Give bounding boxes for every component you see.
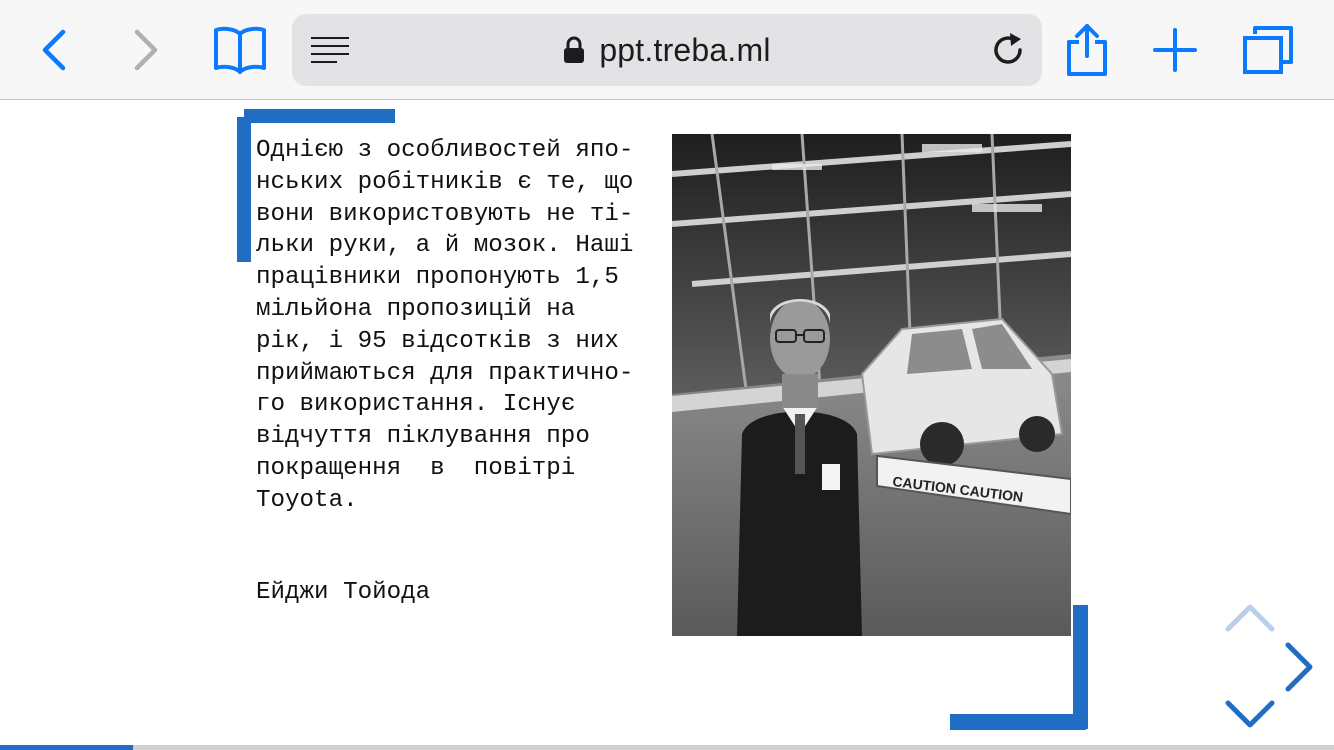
slide-progress-bar bbox=[0, 745, 1334, 750]
browser-toolbar: ppt.treba.ml bbox=[0, 0, 1334, 100]
back-button[interactable] bbox=[30, 24, 78, 76]
quote-line: го використання. Існує bbox=[256, 391, 576, 419]
reload-icon bbox=[994, 33, 1022, 64]
tabs-icon bbox=[1243, 26, 1293, 74]
quote-line: Однією з особливостей япо- bbox=[256, 137, 634, 164]
forward-button[interactable] bbox=[122, 24, 170, 76]
quote-line: льки руки, а й мозок. Наші bbox=[256, 232, 634, 260]
bookmarks-button[interactable] bbox=[208, 22, 272, 78]
quote-text: Однією з особливостей япо- нських робітн… bbox=[256, 135, 672, 517]
accent-bar-left bbox=[237, 117, 251, 262]
chevron-right-icon bbox=[1285, 642, 1313, 692]
chevron-up-icon bbox=[1225, 604, 1275, 632]
new-tab-button[interactable] bbox=[1148, 22, 1202, 78]
quote-line: нських робітників є те, що bbox=[256, 168, 634, 196]
next-slide-down-button[interactable] bbox=[1224, 697, 1276, 731]
plus-icon bbox=[1153, 28, 1197, 72]
tabs-overview-button[interactable] bbox=[1238, 22, 1298, 78]
share-icon bbox=[1067, 24, 1107, 76]
chevron-left-icon bbox=[42, 29, 66, 71]
accent-bar-bottom bbox=[950, 714, 1086, 730]
quote-line: Toyota. bbox=[256, 486, 358, 514]
accent-bar-top bbox=[244, 109, 395, 123]
chevron-right-icon bbox=[134, 29, 158, 71]
quote-line: рік, і 95 відсотків з них bbox=[256, 327, 619, 355]
accent-bar-right bbox=[1073, 605, 1088, 729]
quote-line: працівники пропонують 1,5 bbox=[256, 264, 619, 292]
slide-progress-fill bbox=[0, 745, 134, 750]
url-display: ppt.treba.ml bbox=[292, 14, 1042, 86]
next-slide-button[interactable] bbox=[1282, 641, 1314, 693]
reload-button[interactable] bbox=[988, 30, 1028, 70]
factory-photo-illustration: CAUTION CAUTION bbox=[672, 134, 1071, 636]
quote-author: Ейджи Тойода bbox=[256, 579, 431, 606]
chevron-down-icon bbox=[1225, 700, 1275, 728]
factory-photo: CAUTION CAUTION bbox=[672, 134, 1071, 636]
quote-line: відчуття піклування про bbox=[256, 423, 590, 451]
previous-slide-up-button[interactable] bbox=[1224, 601, 1276, 635]
share-button[interactable] bbox=[1060, 20, 1114, 80]
quote-line: мільйона пропозицій на bbox=[256, 295, 576, 323]
url-text: ppt.treba.ml bbox=[599, 31, 771, 68]
lock-icon bbox=[564, 36, 585, 63]
quote-line: покращення в повітрі bbox=[256, 454, 576, 482]
address-bar[interactable]: ppt.treba.ml bbox=[292, 14, 1042, 86]
presentation-slide: Однією з особливостей япо- нських робітн… bbox=[0, 101, 1334, 750]
book-icon bbox=[214, 26, 266, 74]
quote-line: приймаються для практично- bbox=[256, 359, 634, 387]
quote-line: вони використовують не ті- bbox=[256, 200, 634, 228]
